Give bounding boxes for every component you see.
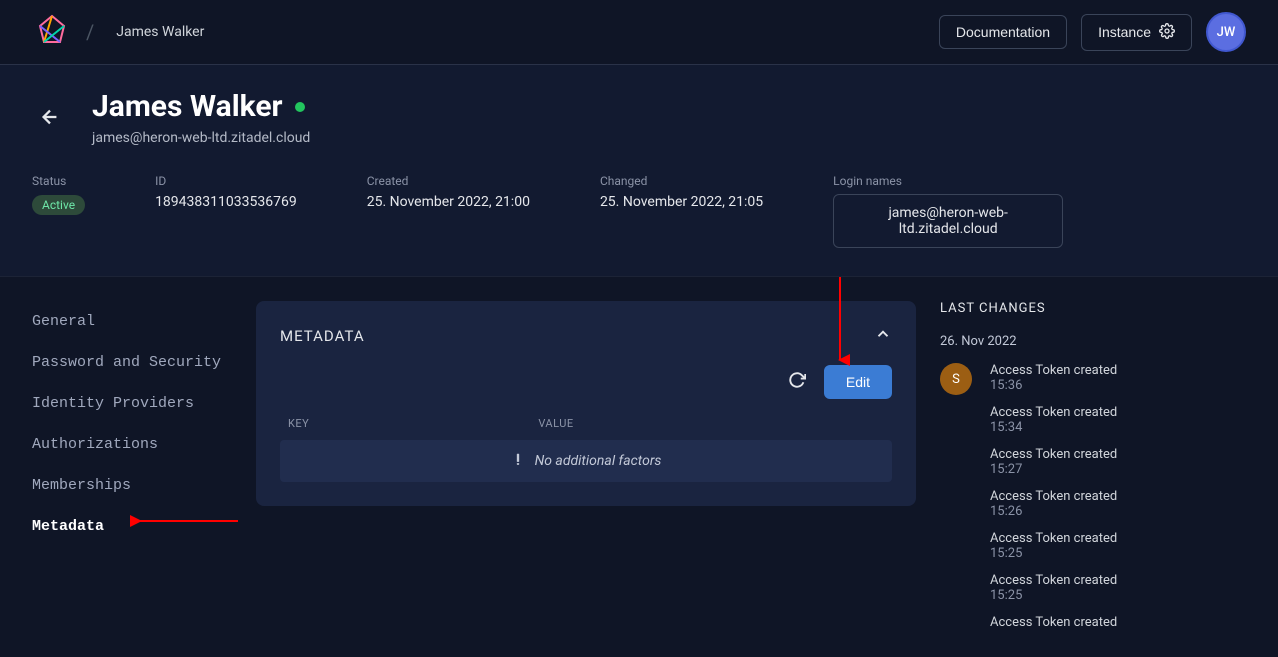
sidebar: General Password and Security Identity P… — [32, 301, 232, 657]
change-text: Access Token created — [990, 447, 1117, 462]
status-label: Status — [32, 174, 85, 188]
changed-value: 25. November 2022, 21:05 — [600, 194, 763, 210]
changes-title: LAST CHANGES — [940, 301, 1240, 316]
th-key: KEY — [288, 417, 538, 430]
change-item: Access Token created 15:34 — [940, 405, 1240, 437]
change-time: 15:27 — [990, 462, 1117, 477]
id-value: 189438311033536769 — [155, 194, 297, 210]
created-label: Created — [367, 174, 530, 188]
change-text: Access Token created — [990, 615, 1117, 630]
created-value: 25. November 2022, 21:00 — [367, 194, 530, 210]
metadata-empty-row: No additional factors — [280, 440, 892, 482]
instance-button[interactable]: Instance — [1081, 14, 1192, 51]
field-status: Status Active — [32, 174, 85, 248]
refresh-icon[interactable] — [788, 371, 806, 393]
id-label: ID — [155, 174, 297, 188]
loginnames-label: Login names — [833, 174, 1063, 188]
user-header: James Walker james@heron-web-ltd.zitadel… — [0, 65, 1278, 277]
sidebar-item-general[interactable]: General — [32, 301, 232, 342]
changed-label: Changed — [600, 174, 763, 188]
info-icon — [511, 452, 525, 470]
change-avatar-spacer — [940, 573, 972, 605]
edit-button[interactable]: Edit — [824, 365, 892, 399]
documentation-label: Documentation — [956, 24, 1050, 40]
field-changed: Changed 25. November 2022, 21:05 — [600, 174, 763, 248]
change-item: Access Token created — [940, 615, 1240, 647]
change-item: S Access Token created 15:36 — [940, 363, 1240, 395]
change-item: Access Token created 15:25 — [940, 573, 1240, 605]
status-badge: Active — [32, 195, 85, 215]
change-time: 15:36 — [990, 378, 1117, 393]
change-avatar[interactable]: S — [940, 363, 972, 395]
empty-text: No additional factors — [535, 453, 662, 469]
documentation-button[interactable]: Documentation — [939, 15, 1067, 49]
avatar-initials: JW — [1217, 25, 1236, 40]
change-avatar-spacer — [940, 615, 972, 647]
sidebar-item-memberships[interactable]: Memberships — [32, 465, 232, 506]
metadata-table-header: KEY VALUE — [280, 417, 892, 430]
change-time: 15:34 — [990, 420, 1117, 435]
change-time: 15:25 — [990, 546, 1117, 561]
change-item: Access Token created 15:27 — [940, 447, 1240, 479]
topbar: / James Walker Documentation Instance JW — [0, 0, 1278, 65]
sidebar-item-metadata[interactable]: Metadata — [32, 506, 232, 547]
gear-icon — [1159, 23, 1175, 42]
change-avatar-spacer — [940, 447, 972, 479]
loginnames-value[interactable]: james@heron-web-ltd.zitadel.cloud — [833, 194, 1063, 248]
breadcrumb-user[interactable]: James Walker — [116, 24, 204, 40]
change-text: Access Token created — [990, 405, 1117, 420]
last-changes-panel: LAST CHANGES 26. Nov 2022 S Access Token… — [940, 301, 1240, 657]
change-time: 15:26 — [990, 504, 1117, 519]
back-button[interactable] — [32, 99, 68, 135]
sidebar-item-identity-providers[interactable]: Identity Providers — [32, 383, 232, 424]
user-avatar[interactable]: JW — [1206, 12, 1246, 52]
change-text: Access Token created — [990, 573, 1117, 588]
change-text: Access Token created — [990, 531, 1117, 546]
metadata-title: METADATA — [280, 327, 365, 345]
change-text: Access Token created — [990, 489, 1117, 504]
page-title: James Walker — [92, 89, 283, 124]
instance-label: Instance — [1098, 24, 1151, 40]
status-dot-icon — [295, 102, 305, 112]
change-avatar-spacer — [940, 405, 972, 437]
th-value: VALUE — [538, 417, 884, 430]
zitadel-logo-icon[interactable] — [32, 12, 72, 52]
change-avatar-spacer — [940, 531, 972, 563]
chevron-up-icon[interactable] — [874, 325, 892, 347]
change-item: Access Token created 15:25 — [940, 531, 1240, 563]
field-created: Created 25. November 2022, 21:00 — [367, 174, 530, 248]
change-time: 15:25 — [990, 588, 1117, 603]
user-email: james@heron-web-ltd.zitadel.cloud — [92, 130, 310, 146]
change-avatar-spacer — [940, 489, 972, 521]
field-loginnames: Login names james@heron-web-ltd.zitadel.… — [833, 174, 1063, 248]
sidebar-item-authorizations[interactable]: Authorizations — [32, 424, 232, 465]
change-item: Access Token created 15:26 — [940, 489, 1240, 521]
sidebar-item-password-security[interactable]: Password and Security — [32, 342, 232, 383]
field-id: ID 189438311033536769 — [155, 174, 297, 248]
breadcrumb-separator: / — [86, 20, 94, 44]
content-area: General Password and Security Identity P… — [0, 277, 1278, 657]
changes-date: 26. Nov 2022 — [940, 334, 1240, 349]
metadata-card: METADATA Edit KEY VALUE — [256, 301, 916, 506]
change-text: Access Token created — [990, 363, 1117, 378]
